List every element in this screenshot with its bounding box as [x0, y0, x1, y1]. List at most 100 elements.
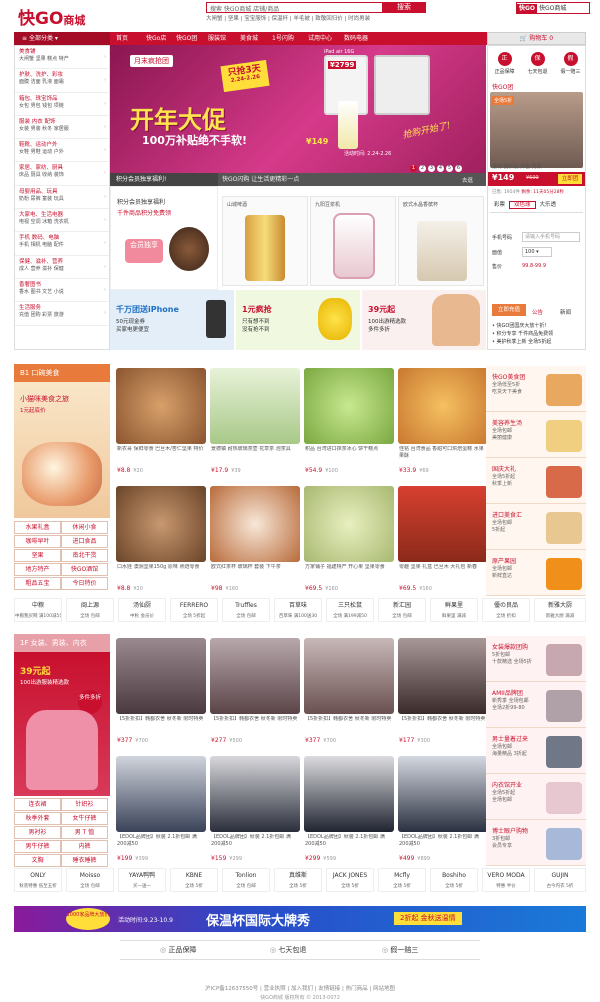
product-card[interactable]: 【EDOL品牌团】秋装 2.1折包邮 满200减50 ¥159 ¥299: [208, 754, 302, 872]
food-link[interactable]: 咖啡早叶: [14, 535, 61, 548]
hot-keywords[interactable]: 大闸蟹 | 坚果 | 宝宝服饰 | 保温杯 | 羊毛被 | 致敬回归价 | 时尚…: [206, 14, 370, 22]
amount-select[interactable]: 100 ▾: [522, 247, 552, 257]
food-link[interactable]: 进口食品: [61, 535, 108, 548]
brand-logo[interactable]: 三只松鼠 全场 满199减50: [326, 598, 374, 622]
nav-item-group[interactable]: 快GO团: [176, 32, 197, 45]
product-card[interactable]: 方家铺子 福建特产 开心果 坚果零食 ¥69.5 ¥160: [302, 484, 396, 602]
clothing-link[interactable]: 秋季外套: [14, 812, 61, 825]
slide-dot[interactable]: 5: [446, 165, 453, 172]
brand-logo[interactable]: JACK JONES 全场 5折: [326, 868, 374, 892]
brand-logo[interactable]: KBNE 全场 5折: [170, 868, 218, 892]
category-item[interactable]: 服装 内衣 配饰 女装 男装 秋冬 家居服 ›: [15, 116, 109, 140]
slide-dot[interactable]: 1: [410, 165, 417, 172]
notice-item[interactable]: • 美护秋季上新 全场5折起: [492, 338, 553, 346]
category-item[interactable]: 箱包、珠宝饰品 女包 男包 钱包 项链 ›: [15, 93, 109, 116]
site-logo[interactable]: 快GO商城: [18, 4, 85, 29]
search-button[interactable]: 搜索: [382, 2, 426, 13]
brand-logo[interactable]: 汤仙厨 中秋 会员价: [118, 598, 166, 622]
all-categories-button[interactable]: ≡ 全部分类 ▾: [14, 32, 110, 45]
food-link[interactable]: 地方特产: [14, 563, 61, 576]
buy-now-button[interactable]: 立即团: [558, 174, 582, 184]
food-side-promo[interactable]: 进口美食汇 全场包邮 5折起: [486, 504, 586, 550]
member-card[interactable]: 九阳豆浆机: [310, 196, 396, 286]
member-card[interactable]: 欧式水晶香槟杯: [398, 196, 484, 286]
cart-button[interactable]: 🛒 购物车 0: [487, 32, 586, 45]
brand-logo[interactable]: 鲜果里 鲜果里 满减: [430, 598, 478, 622]
food-link[interactable]: 休闲小食: [61, 521, 108, 534]
tab-dlt[interactable]: 大乐透: [536, 202, 561, 208]
clothing-link[interactable]: 男 T 恤: [61, 826, 108, 839]
brand-logo[interactable]: 真维斯 全场 5折: [274, 868, 322, 892]
brand-logo[interactable]: 新汇园 全场 包邮: [378, 598, 426, 622]
guarantee-authentic[interactable]: 正正品保障: [488, 52, 521, 75]
category-item[interactable]: 护肤、洗护、彩妆 面膜 洁面 乳液 面霜 ›: [15, 69, 109, 93]
brand-logo[interactable]: 百草味 百草味 满100送30: [274, 598, 322, 622]
product-card[interactable]: 【EDOL品牌团】秋装 2.1折包邮 满200减50 ¥199 ¥399: [114, 754, 208, 872]
brand-logo[interactable]: 新雅大厨 新雅大厨 满减: [534, 598, 586, 622]
clothing-side-promo[interactable]: 男士量着过来 全场包邮 海量精品 3折起: [486, 728, 586, 774]
tab-news[interactable]: 新闻: [560, 308, 571, 316]
member-promo[interactable]: 积分会员独享福利 千件商品积分免费领 会员独享: [110, 186, 218, 290]
member-card[interactable]: 山城啤酒: [222, 196, 308, 286]
category-item[interactable]: 大家电、生活电器 电视 空调 冰箱 洗衣机 ›: [15, 209, 109, 233]
clothing-link[interactable]: 连衣裙: [14, 798, 61, 811]
guarantee-fake[interactable]: 假假一赔三: [554, 52, 587, 75]
brand-logo[interactable]: 優の良品 全场 折扣: [482, 598, 530, 622]
clothing-link[interactable]: 内裤: [61, 840, 108, 853]
footer-links[interactable]: 沪ICP备12637550号 | 营业执照 | 加入我们 | 友情链接 | 热门…: [0, 984, 600, 992]
brand-logo[interactable]: Truffles 全场 包邮: [222, 598, 270, 622]
food-link[interactable]: 今日特价: [61, 577, 108, 590]
category-item[interactable]: 美食铺 大闸蟹 坚果 糕点 特产 ›: [15, 46, 109, 70]
clothing-side-promo[interactable]: 博士眼户购物 3折包邮 会员专享: [486, 820, 586, 866]
slide-dot[interactable]: 2: [419, 165, 426, 172]
tab-group[interactable]: 快GO团: [492, 82, 513, 91]
bottom-banner[interactable]: 1000家品牌大放价 活动时间:9.23-10.9 保温杯国际大牌秀 2折起 金…: [14, 906, 586, 932]
product-card[interactable]: 【EDOL品牌团】秋装 2.1折包邮 满200减50 ¥299 ¥599: [302, 754, 396, 872]
category-item[interactable]: 手机 数码、电脑 手机 相机 电脑 配件 ›: [15, 232, 109, 256]
slide-dot[interactable]: 3: [428, 165, 435, 172]
product-card[interactable]: 口水娃 澳洲坚果150g 原味 熟焙零食 ¥8.8 ¥20: [114, 484, 208, 602]
nav-item-home[interactable]: 首页: [116, 32, 128, 45]
product-card[interactable]: 佳铭 台湾食品 香甜可口烘焙蛋糕 水果果酥 ¥33.9 ¥69: [396, 366, 490, 484]
category-item[interactable]: 母婴用品、玩具 奶粉 尿裤 童装 玩具 ›: [15, 186, 109, 210]
clothing-link[interactable]: 男牛仔裤: [14, 840, 61, 853]
product-card[interactable]: 【5折折扣】韩都衣舍 秋冬新 限时特卖 ¥377 ¥700: [114, 636, 208, 754]
brand-logo[interactable]: 中粮 中粮我买网 满100减5元: [14, 598, 62, 622]
brand-logo[interactable]: YAYA鸭鸭 买一送一: [118, 868, 166, 892]
category-item[interactable]: 保健、滋补、营养 成人 营养 滋补 保健 ›: [15, 256, 109, 279]
product-card[interactable]: 欧式红茶杯 玻璃杯 套装 下午茶 ¥98 ¥160: [208, 484, 302, 602]
product-card[interactable]: 【5折折扣】韩都衣舍 秋冬新 限时特卖 ¥377 ¥700: [302, 636, 396, 754]
category-item[interactable]: 生活服务 充值 团购 彩票 旅游 ›: [15, 302, 109, 326]
clothing-side-promo[interactable]: 内衣馆开业 全场5折起 全场包邮: [486, 774, 586, 820]
brand-logo[interactable]: 闽上源 全场 包邮: [66, 598, 114, 622]
food-side-promo[interactable]: 国庆大礼 全场5折起 秋季上新: [486, 458, 586, 504]
clothing-link[interactable]: 女牛仔裤: [61, 812, 108, 825]
product-card[interactable]: 积品 台湾进口抹茶冰心 饼干糕点 ¥54.9 ¥100: [302, 366, 396, 484]
food-link[interactable]: 粗品五宝: [14, 577, 61, 590]
nav-item-flash[interactable]: 1号闪购: [272, 32, 294, 45]
food-link[interactable]: 水果礼盒: [14, 521, 61, 534]
notice-item[interactable]: • 快GO团国庆大放十折!: [492, 322, 553, 330]
slide-dot[interactable]: 4: [437, 165, 444, 172]
promo-39[interactable]: 39元起 100出游精选款 多件多折: [362, 290, 486, 350]
clothing-side-promo[interactable]: AMII品牌团 新秀季 全场包邮 全场2折99-80: [486, 682, 586, 728]
notice-item[interactable]: • 积分专享 千件商品免费领: [492, 330, 553, 338]
product-card[interactable]: 景德镇 耐热玻璃茶壶 花草茶 泡茶具 ¥17.9 ¥39: [208, 366, 302, 484]
tab-notice[interactable]: 公告: [532, 308, 543, 316]
food-link[interactable]: 坚果: [14, 549, 61, 562]
tab-lottery[interactable]: 彩票: [490, 202, 509, 208]
nav-item-food[interactable]: 美食城: [240, 32, 258, 45]
nav-item-clothing[interactable]: 服装馆: [208, 32, 226, 45]
product-card[interactable]: 【EDOL品牌团】秋装 2.1折包邮 满200减50 ¥499 ¥899: [396, 754, 490, 872]
clothing-promo[interactable]: 39元起 100出游服装精选款 多件多折: [14, 652, 110, 796]
clothing-link[interactable]: 针织衫: [61, 798, 108, 811]
brand-logo[interactable]: ONLY 秋装特惠 低至五折: [14, 868, 62, 892]
nav-item-store[interactable]: 快Go店: [146, 32, 166, 45]
promo-1yuan[interactable]: 1元疯抢 只有想不到 没有抢不到: [236, 290, 360, 350]
product-card[interactable]: 新农哥 保鲜零食 巴旦木/杏仁坚果 特价 ¥8.8 ¥20: [114, 366, 208, 484]
mini-logo[interactable]: 快GO 快GO商城: [516, 2, 590, 14]
clothing-link[interactable]: 睡衣睡裤: [61, 854, 108, 867]
slide-dot[interactable]: 6: [455, 165, 462, 172]
promo-iphone[interactable]: 千万团送iPhone 50元现金券 买家电更便宜: [110, 290, 234, 350]
brand-logo[interactable]: Mcfly 全场 5折: [378, 868, 426, 892]
